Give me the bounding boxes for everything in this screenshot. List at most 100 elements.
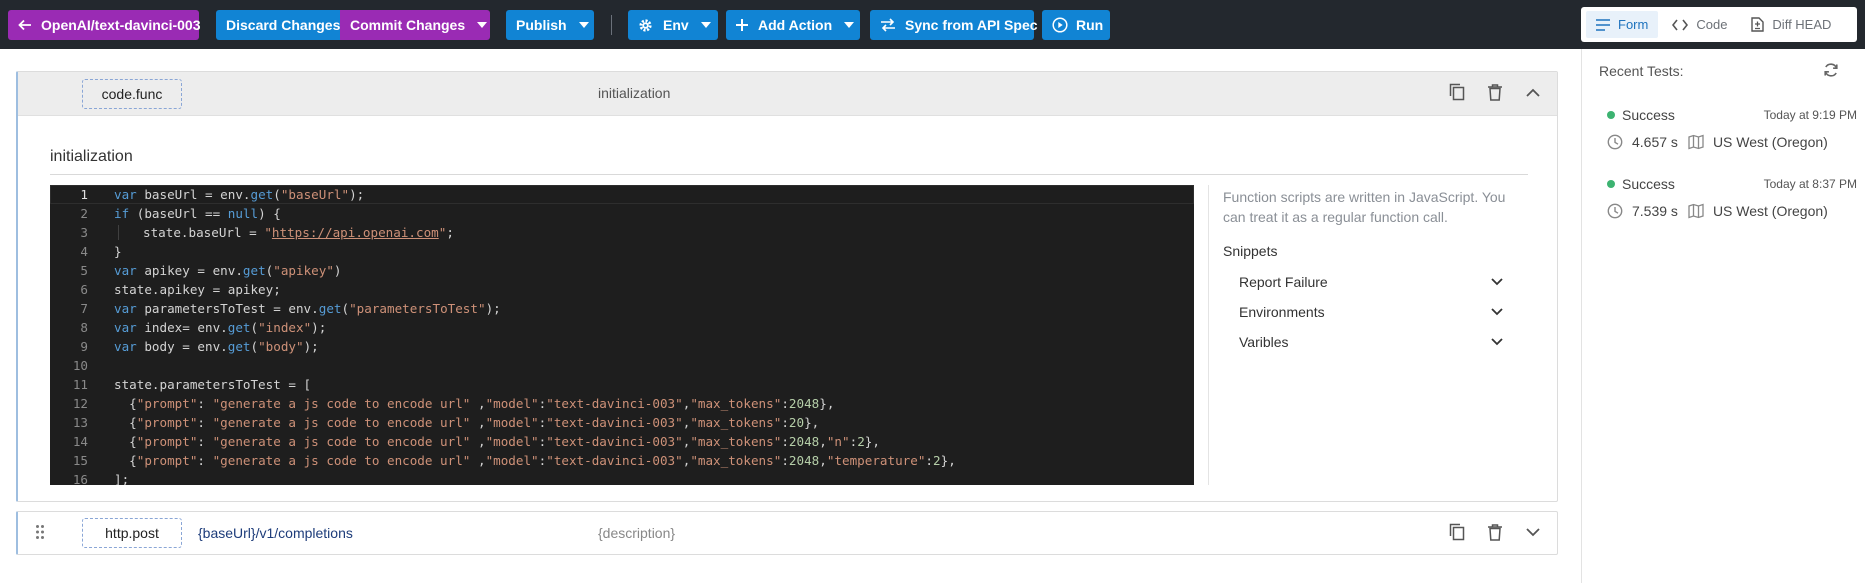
recent-test-item[interactable]: Success Today at 9:19 PM 4.657 s US West…: [1607, 105, 1857, 152]
view-mode-toggle: Form Code Diff HEAD: [1581, 7, 1857, 42]
test-time: Today at 8:37 PM: [1763, 177, 1857, 191]
line-number: 2: [80, 206, 88, 221]
code-line: 15 {"prompt": "generate a js code to enc…: [50, 451, 1194, 470]
chevron-down-icon: [1491, 278, 1503, 286]
line-number: 12: [72, 396, 88, 411]
plus-icon: [736, 19, 748, 31]
add-action-label: Add Action: [758, 17, 833, 33]
code-line: 4}: [50, 242, 1194, 261]
test-duration: 7.539 s: [1632, 203, 1678, 219]
code-line: 6 state.apikey = apikey;: [50, 280, 1194, 299]
view-tab-form[interactable]: Form: [1586, 11, 1659, 38]
success-dot-icon: [1607, 180, 1615, 188]
clock-icon: [1607, 134, 1623, 150]
run-button[interactable]: Run: [1042, 10, 1110, 40]
play-circle-icon: [1052, 17, 1068, 33]
line-number: 7: [80, 301, 88, 316]
view-tab-diff-label: Diff HEAD: [1772, 17, 1832, 32]
section-title: initialization: [50, 148, 133, 165]
test-duration: 4.657 s: [1632, 134, 1678, 150]
action-card-controls: [1447, 522, 1543, 542]
discard-label: Discard Changes: [226, 17, 341, 33]
swap-arrows-icon: [881, 18, 895, 32]
code-line: 9 var body = env.get("body");: [50, 337, 1194, 356]
snippet-label: Environments: [1239, 304, 1325, 320]
snippets-title: Snippets: [1223, 243, 1278, 259]
test-status: Success: [1622, 107, 1675, 123]
line-number: 14: [72, 434, 88, 449]
action-card-header[interactable]: code.func initialization: [18, 72, 1557, 116]
snippet-environments[interactable]: Environments: [1239, 299, 1503, 325]
add-action-button[interactable]: Add Action: [726, 10, 860, 40]
chevron-down-icon: [1491, 308, 1503, 316]
snippets-panel: Function scripts are written in JavaScri…: [1208, 185, 1528, 485]
line-number: 4: [80, 244, 88, 259]
help-text: Function scripts are written in JavaScri…: [1223, 189, 1506, 225]
code-line: 14 {"prompt": "generate a js code to enc…: [50, 432, 1194, 451]
publish-label: Publish: [516, 17, 567, 33]
top-toolbar: OpenAI/text-davinci-003 Discard Changes …: [0, 0, 1865, 49]
trash-icon[interactable]: [1485, 522, 1505, 542]
snippet-report-failure[interactable]: Report Failure: [1239, 269, 1503, 295]
toolbar-divider: [611, 15, 612, 35]
line-number: 1: [80, 187, 88, 202]
snippet-label: Varibles: [1239, 334, 1289, 350]
view-tab-code[interactable]: Code: [1662, 11, 1737, 38]
snippet-variables[interactable]: Varibles: [1239, 329, 1503, 355]
code-line: 16];: [50, 470, 1194, 485]
line-number: 5: [80, 263, 88, 278]
code-line: 3 state.baseUrl = "https://api.openai.com…: [50, 223, 1194, 242]
test-region: US West (Oregon): [1712, 134, 1828, 150]
action-type-chip[interactable]: code.func: [82, 79, 182, 109]
action-type-chip[interactable]: http.post: [82, 518, 182, 548]
recent-tests-title: Recent Tests:: [1599, 63, 1684, 79]
action-card-title: initialization: [598, 85, 671, 101]
view-tab-code-label: Code: [1696, 17, 1728, 32]
code-editor[interactable]: 1 var baseUrl = env.get("baseUrl"); 2 if (…: [50, 185, 1194, 485]
copy-icon[interactable]: [1447, 522, 1467, 542]
env-button[interactable]: Env: [628, 10, 718, 40]
map-icon: [1688, 203, 1704, 219]
success-dot-icon: [1607, 111, 1615, 119]
main-content: code.func initialization initialization …: [0, 49, 1581, 583]
caret-down-icon: [700, 22, 711, 28]
refresh-icon[interactable]: [1823, 62, 1839, 83]
trash-icon[interactable]: [1485, 82, 1505, 102]
line-number: 3: [80, 225, 88, 240]
caret-down-icon: [578, 22, 589, 28]
sync-api-spec-button[interactable]: Sync from API Spec: [870, 10, 1038, 40]
code-brackets-icon: [1672, 19, 1689, 30]
code-line: 8 var index= env.get("index");: [50, 318, 1194, 337]
line-number: 16: [72, 472, 88, 485]
code-line: 10: [50, 356, 1194, 375]
commit-label: Commit Changes: [350, 17, 466, 33]
back-button[interactable]: OpenAI/text-davinci-003: [8, 10, 201, 40]
recent-tests-sidebar: Recent Tests: Success Today at 9:19 PM 4…: [1581, 49, 1865, 583]
view-tab-diff[interactable]: Diff HEAD: [1741, 11, 1841, 38]
arrow-left-icon: [18, 19, 31, 31]
action-card-http-post[interactable]: http.post {baseUrl}/v1/completions {desc…: [16, 511, 1558, 555]
code-line: 5 var apikey = env.get("apikey"): [50, 261, 1194, 280]
line-number: 11: [72, 377, 88, 392]
snippet-label: Report Failure: [1239, 274, 1328, 290]
line-number: 15: [72, 453, 88, 468]
recent-test-item[interactable]: Success Today at 8:37 PM 7.539 s US West…: [1607, 174, 1857, 221]
gear-icon: [639, 18, 652, 32]
map-icon: [1688, 134, 1704, 150]
copy-icon[interactable]: [1447, 82, 1467, 102]
clock-icon: [1607, 203, 1623, 219]
discard-changes-button[interactable]: Discard Changes: [216, 10, 340, 40]
section-divider: [50, 174, 1528, 175]
code-line: 11 state.parametersToTest = [: [50, 375, 1194, 394]
test-region: US West (Oregon): [1712, 203, 1828, 219]
test-time: Today at 9:19 PM: [1763, 108, 1857, 122]
sync-label: Sync from API Spec: [905, 17, 1038, 33]
drag-handle-icon[interactable]: [36, 525, 44, 544]
line-number: 10: [72, 358, 88, 373]
chevron-up-icon[interactable]: [1523, 82, 1543, 102]
code-line: 13 {"prompt": "generate a js code to enc…: [50, 413, 1194, 432]
publish-button[interactable]: Publish: [506, 10, 594, 40]
code-line: 12 {"prompt": "generate a js code to enc…: [50, 394, 1194, 413]
commit-changes-button[interactable]: Commit Changes: [340, 10, 490, 40]
chevron-down-icon[interactable]: [1523, 522, 1543, 542]
